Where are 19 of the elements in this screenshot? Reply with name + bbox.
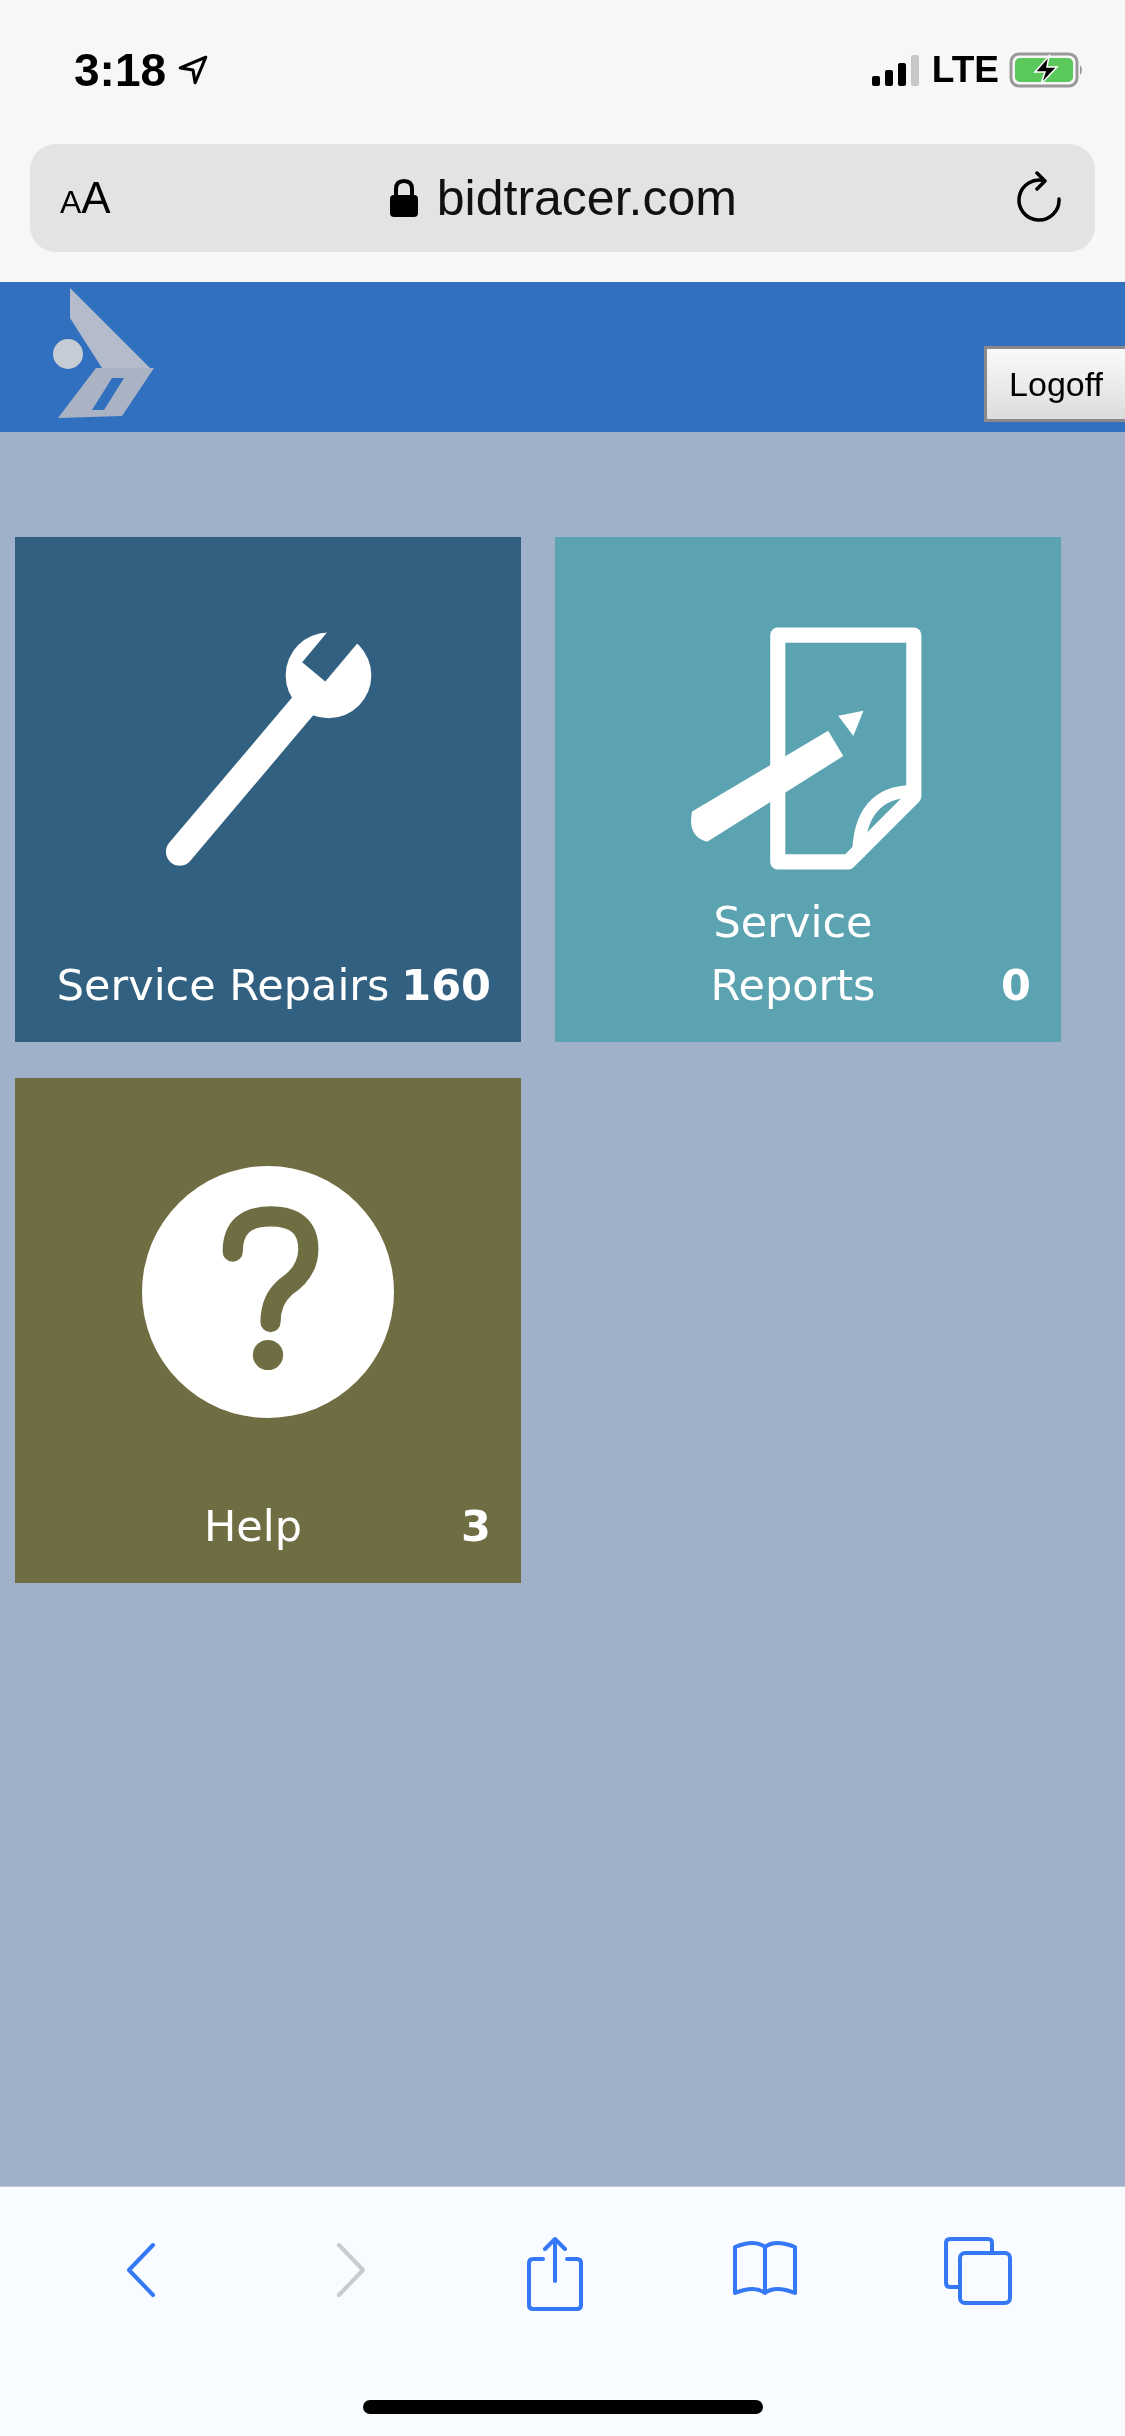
text-size-button[interactable]: AA [60,173,111,223]
clock-time: 3:18 [74,43,167,97]
tabs-icon [941,2235,1014,2307]
battery-charging-icon [1009,52,1085,88]
tile-label: Service Reports [709,896,877,1012]
lock-icon [388,178,419,218]
tile-count: 3 [461,1499,491,1553]
address-bar[interactable]: AA bidtracer.com [30,144,1095,252]
logoff-button[interactable]: Logoff [984,346,1125,422]
tile-label: Service Repairs [55,958,391,1012]
tile-count: 160 [401,958,491,1012]
tile-count: 0 [1001,958,1031,1012]
signal-icon [871,54,922,86]
url-text: bidtracer.com [436,169,737,227]
menu-tile[interactable]: Help 3 [15,1078,521,1583]
help-icon [142,1166,394,1418]
network-type: LTE [931,49,999,91]
tile-label: Help [203,1499,304,1553]
menu-tile[interactable]: Service Repairs 160 [15,537,521,1042]
